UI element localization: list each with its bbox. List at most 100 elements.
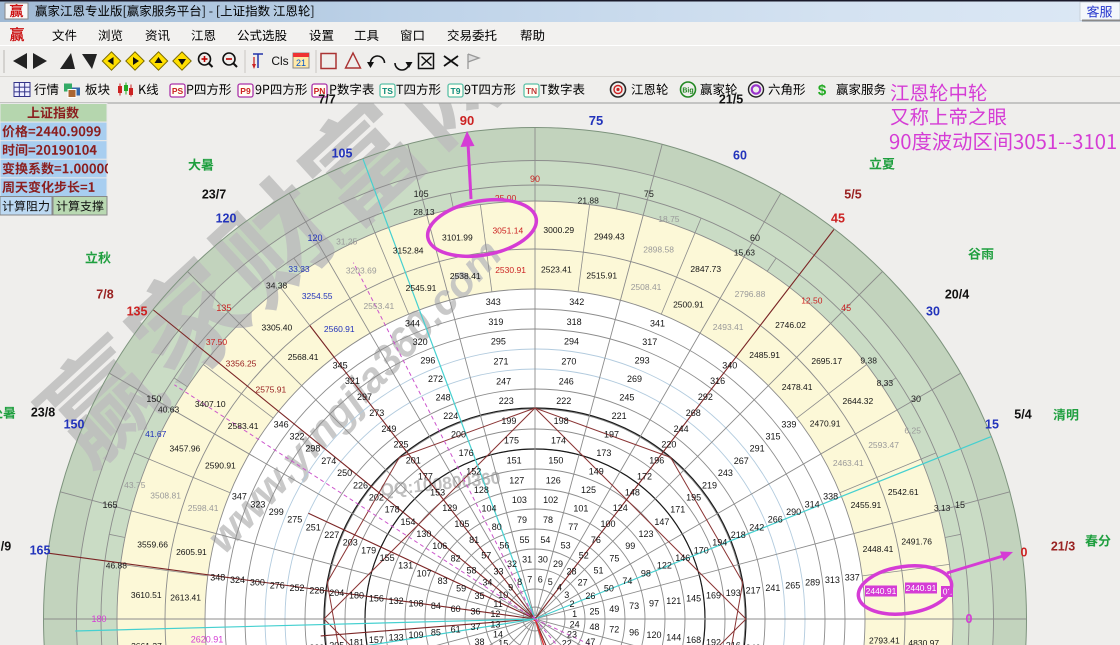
svg-text:33.33: 33.33 [288,264,310,274]
svg-text:2440.91: 2440.91 [866,586,897,596]
svg-text:177: 177 [418,471,433,481]
svg-text:83: 83 [438,576,448,586]
svg-text:123: 123 [639,529,654,539]
svg-text:251: 251 [306,522,321,532]
svg-text:2695.17: 2695.17 [811,356,842,366]
svg-text:292: 292 [698,392,713,402]
svg-text:202: 202 [369,492,384,502]
svg-text:13: 13 [490,619,500,629]
svg-text:150: 150 [146,394,161,404]
svg-text:149: 149 [589,466,604,476]
svg-text:314: 314 [805,499,820,509]
svg-text:TS: TS [382,86,393,96]
svg-text:3203.69: 3203.69 [346,265,377,275]
svg-text:21/5: 21/5 [719,93,743,107]
svg-text:47: 47 [585,637,595,645]
svg-text:77: 77 [568,522,578,532]
svg-text:2613.41: 2613.41 [170,593,201,603]
svg-text:3254.55: 3254.55 [302,291,333,301]
svg-text:272: 272 [428,374,443,384]
svg-text:0: 0 [1021,546,1028,560]
svg-text:8: 8 [517,577,522,587]
svg-text:75: 75 [609,553,619,563]
svg-text:75: 75 [589,113,603,128]
svg-text:171: 171 [670,505,685,515]
svg-text:31: 31 [522,555,532,565]
svg-text:2485.91: 2485.91 [749,350,780,360]
svg-text:80: 80 [492,522,502,532]
svg-text:3.13: 3.13 [934,503,951,513]
svg-text:155: 155 [380,553,395,563]
svg-text:2598.41: 2598.41 [188,503,219,513]
svg-text:348: 348 [210,572,225,582]
svg-text:3152.84: 3152.84 [393,246,424,256]
svg-text:217: 217 [746,585,761,595]
svg-text:5/5: 5/5 [844,188,861,202]
svg-text:58: 58 [467,565,477,575]
svg-text:2538.41: 2538.41 [450,271,481,281]
svg-text:48: 48 [589,622,599,632]
svg-text:222: 222 [556,396,571,406]
svg-text:109: 109 [409,630,424,640]
svg-text:247: 247 [496,376,511,386]
svg-text:218: 218 [731,530,746,540]
svg-text:30: 30 [926,305,940,319]
svg-text:3101.99: 3101.99 [442,232,473,242]
svg-text:152: 152 [466,466,481,476]
svg-text:2560.91: 2560.91 [324,324,355,334]
svg-text:157: 157 [369,635,384,645]
svg-text:31.25: 31.25 [336,236,358,246]
svg-text:196: 196 [649,456,664,466]
svg-text:90: 90 [530,174,540,184]
svg-text:59: 59 [456,584,466,594]
svg-text:2793.41: 2793.41 [869,635,900,645]
svg-text:200: 200 [451,429,466,439]
svg-text:192: 192 [706,638,721,645]
svg-text:295: 295 [491,337,506,347]
svg-text:271: 271 [494,356,509,366]
svg-text:38: 38 [475,637,485,645]
svg-text:150: 150 [64,418,85,432]
svg-text:2463.41: 2463.41 [833,458,864,468]
svg-text:175: 175 [504,436,519,446]
svg-text:90: 90 [460,113,474,128]
svg-text:221: 221 [612,411,627,421]
svg-text:132: 132 [389,596,404,606]
svg-text:3610.51: 3610.51 [131,590,162,600]
svg-text:339: 339 [781,419,796,429]
svg-text:2605.91: 2605.91 [176,547,207,557]
svg-text:3356.25: 3356.25 [226,358,257,368]
svg-text:125: 125 [581,485,596,495]
svg-text:2583.41: 2583.41 [228,421,259,431]
svg-text:225: 225 [394,440,409,450]
svg-text:174: 174 [551,436,566,446]
svg-text:3457.96: 3457.96 [170,443,201,453]
svg-text:30: 30 [538,555,548,565]
svg-text:300: 300 [250,578,265,588]
svg-text:2644.32: 2644.32 [843,396,874,406]
svg-text:25: 25 [589,606,599,616]
svg-text:7/8: 7/8 [96,288,113,302]
svg-text:347: 347 [232,492,247,502]
svg-text:2500.91: 2500.91 [673,299,704,309]
svg-text:Cls: Cls [271,54,288,68]
svg-text:135: 135 [216,303,231,313]
svg-text:15: 15 [985,418,999,432]
svg-text:270: 270 [561,356,576,366]
svg-text:3305.40: 3305.40 [262,322,293,332]
svg-text:8.33: 8.33 [877,378,894,388]
svg-text:224: 224 [443,411,458,421]
svg-text:124: 124 [613,503,628,513]
svg-text:49: 49 [609,604,619,614]
svg-text:98: 98 [641,568,651,578]
svg-text:2590.91: 2590.91 [205,461,236,471]
svg-text:57: 57 [481,551,491,561]
svg-text:40.63: 40.63 [158,405,180,415]
svg-text:43.75: 43.75 [124,480,146,490]
svg-text:223: 223 [499,396,514,406]
svg-text:165: 165 [30,544,51,558]
svg-text:120: 120 [307,233,322,243]
svg-text:135: 135 [127,305,148,319]
svg-text:297: 297 [357,392,372,402]
svg-text:41.67: 41.67 [145,429,167,439]
